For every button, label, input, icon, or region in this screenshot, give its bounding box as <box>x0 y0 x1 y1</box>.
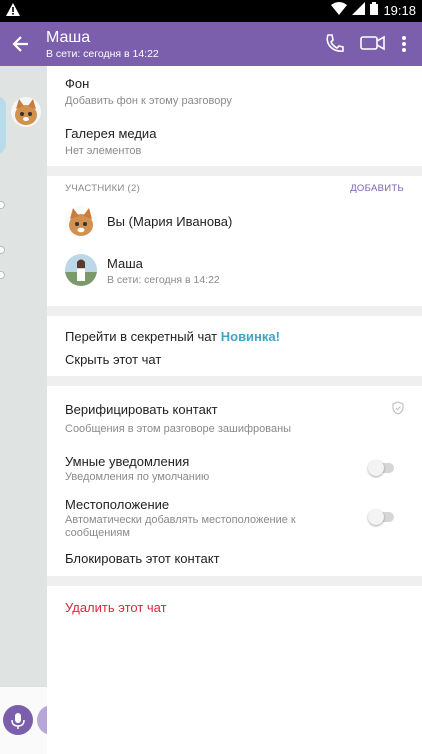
verify-contact-subtitle: Сообщения в этом разговоре зашифрованы <box>65 423 292 435</box>
toggle-knob <box>368 460 384 476</box>
toggle-knob <box>368 509 384 525</box>
battery-icon <box>370 2 379 18</box>
verify-contact-title: Верифицировать контакт <box>65 402 218 417</box>
section-divider <box>47 306 422 316</box>
participant-name[interactable]: Вы (Мария Иванова) <box>107 214 232 229</box>
location-subtitle-line2: сообщениям <box>65 527 130 539</box>
smart-notifications-title: Умные уведомления <box>65 454 190 469</box>
chat-info-panel: Фон Добавить фон к этому разговору Галер… <box>47 66 422 754</box>
participant-status: В сети: сегодня в 14:22 <box>107 274 220 286</box>
wifi-icon <box>331 2 348 18</box>
hide-chat-button[interactable]: Скрыть этот чат <box>65 352 161 367</box>
location-setting[interactable]: Местоположение Автоматически добавлять м… <box>65 497 296 539</box>
scroll-dot <box>0 271 5 279</box>
app-bar: Маша В сети: сегодня в 14:22 <box>0 22 422 66</box>
background-title: Фон <box>65 76 90 91</box>
message-bubble <box>0 96 6 154</box>
media-gallery-setting[interactable]: Галерея медиа Нет элементов <box>65 126 156 157</box>
video-call-icon[interactable] <box>360 32 386 59</box>
delete-chat-button[interactable]: Удалить этот чат <box>65 600 167 615</box>
media-gallery-subtitle: Нет элементов <box>65 145 142 157</box>
phone-icon[interactable] <box>324 32 344 59</box>
new-badge: Новинка! <box>220 329 280 344</box>
clock: 19:18 <box>383 2 416 18</box>
smart-notifications-toggle[interactable] <box>368 460 394 476</box>
background-setting[interactable]: Фон Добавить фон к этому разговору <box>65 76 232 107</box>
scroll-dot <box>0 246 5 254</box>
warning-icon <box>6 3 20 21</box>
section-divider <box>47 166 422 176</box>
location-subtitle-line1: Автоматически добавлять местоположение к <box>65 514 296 526</box>
smart-notifications-subtitle: Уведомления по умолчанию <box>65 471 210 483</box>
sticker-button[interactable] <box>37 705 47 735</box>
contact-name: Маша <box>46 29 91 46</box>
message-input-bar <box>0 686 47 754</box>
add-participant-link[interactable]: ДОБАВИТЬ <box>350 183 404 194</box>
location-toggle[interactable] <box>368 509 394 525</box>
participant-avatar-masha <box>65 254 97 286</box>
sticker-avatar <box>11 97 41 127</box>
chat-background <box>0 66 47 754</box>
background-subtitle: Добавить фон к этому разговору <box>65 95 232 107</box>
block-contact-button[interactable]: Блокировать этот контакт <box>65 551 220 566</box>
media-gallery-title: Галерея медиа <box>65 126 157 141</box>
participants-header: УЧАСТНИКИ (2) <box>65 183 141 194</box>
section-divider <box>47 576 422 586</box>
secret-chat-label: Перейти в секретный чат <box>65 329 218 344</box>
signal-icon <box>352 2 366 18</box>
contact-status: В сети: сегодня в 14:22 <box>46 48 159 60</box>
more-options-icon[interactable] <box>401 32 407 59</box>
section-divider <box>47 376 422 386</box>
scroll-dot <box>0 201 5 209</box>
microphone-button[interactable] <box>3 705 33 735</box>
back-arrow-icon[interactable] <box>10 33 32 55</box>
shield-icon <box>392 401 404 420</box>
verify-contact-setting[interactable]: Верифицировать контакт Сообщения в этом … <box>65 402 291 435</box>
participant-avatar-self <box>65 206 97 238</box>
location-title: Местоположение <box>65 497 170 512</box>
status-bar: 19:18 <box>0 0 422 22</box>
secret-chat-link[interactable]: Перейти в секретный чат Новинка! <box>65 329 280 344</box>
smart-notifications-setting[interactable]: Умные уведомления Уведомления по умолчан… <box>65 454 209 483</box>
participant-name[interactable]: Маша <box>107 256 143 271</box>
